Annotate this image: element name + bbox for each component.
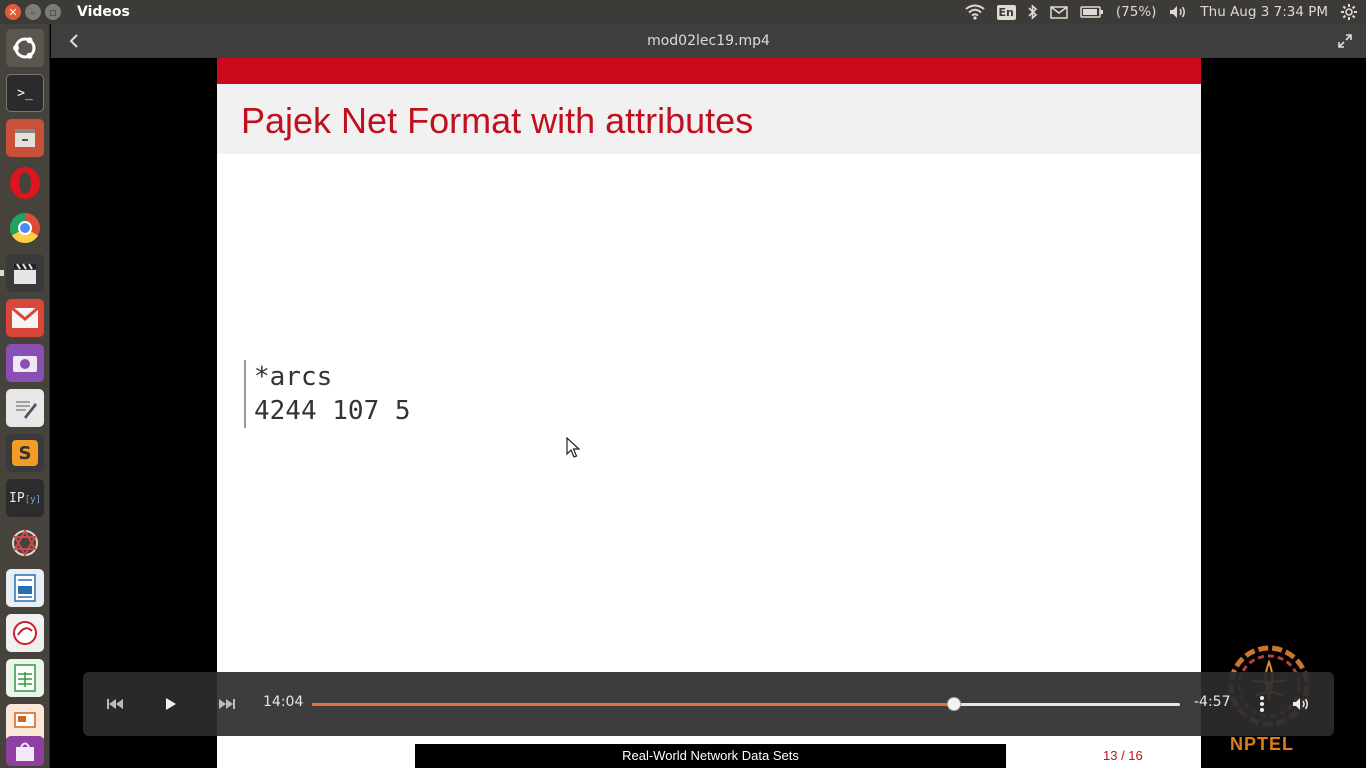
notepad-pencil-icon — [16, 401, 37, 419]
ubuntu-logo-icon — [13, 37, 36, 59]
desktop: ✕ – ▫ Videos En (75%) Thu Aug 3 7:34 PM … — [0, 0, 1366, 768]
fullscreen-icon — [1338, 34, 1352, 48]
seek-bar-handle[interactable] — [947, 697, 962, 711]
launcher-document-viewer[interactable] — [6, 614, 44, 652]
volume-icon[interactable] — [1168, 3, 1188, 21]
previous-button[interactable] — [103, 692, 127, 716]
ipython-icon: IP[y] — [9, 490, 41, 506]
launcher-software-center[interactable] — [6, 736, 44, 766]
launcher-dash-home[interactable] — [6, 29, 44, 67]
launcher-opera[interactable] — [6, 164, 44, 202]
app-title: Videos — [77, 4, 130, 20]
video-header-bar: mod02lec19.mp4 — [51, 24, 1366, 58]
file-cabinet-icon — [15, 129, 35, 147]
seek-bar-progress — [312, 703, 955, 706]
keyboard-layout-indicator[interactable]: En — [996, 3, 1016, 21]
slide-red-banner — [217, 58, 1201, 84]
shopping-bag-icon — [16, 742, 34, 761]
skip-back-icon — [107, 699, 123, 709]
slide-page-number: 13 / 16 — [1103, 748, 1143, 763]
maximize-button[interactable]: ▫ — [45, 4, 61, 20]
terminal-icon: >_ — [17, 85, 33, 101]
bluetooth-icon[interactable] — [1028, 3, 1038, 21]
skip-forward-icon — [219, 699, 235, 709]
nptel-logo-text: NPTEL — [1230, 734, 1295, 754]
launcher-calc[interactable] — [6, 659, 44, 697]
code-block: *arcs 4244 107 5 — [244, 360, 411, 428]
launcher-files[interactable] — [6, 119, 44, 157]
window-controls: ✕ – ▫ — [5, 4, 61, 20]
settings-gear-icon[interactable] — [1340, 3, 1358, 21]
more-vertical-icon — [1260, 696, 1264, 712]
document-writer-icon — [14, 574, 36, 602]
launcher-network-tool[interactable] — [6, 524, 44, 562]
play-icon — [166, 698, 176, 710]
play-button[interactable] — [159, 692, 183, 716]
launcher-terminal[interactable]: >_ — [6, 74, 44, 112]
launcher-sublime-text[interactable]: S — [6, 434, 44, 472]
code-line: 4244 107 5 — [254, 396, 411, 426]
top-panel: ✕ – ▫ Videos En (75%) Thu Aug 3 7:34 PM — [0, 0, 1366, 24]
sublime-s-icon: S — [12, 440, 38, 466]
slide-footer: Real-World Network Data Sets — [415, 744, 1006, 768]
elapsed-time: 14:04 — [263, 694, 304, 710]
next-button[interactable] — [215, 692, 239, 716]
launcher-chrome[interactable] — [6, 209, 44, 247]
slide-title: Pajek Net Format with attributes — [241, 100, 754, 141]
launcher: >_ S IP[y] — [0, 24, 50, 768]
launcher-writer[interactable] — [6, 569, 44, 607]
launcher-gmail[interactable] — [6, 299, 44, 337]
minimize-button[interactable]: – — [25, 4, 41, 20]
launcher-photo-viewer[interactable] — [6, 344, 44, 382]
language-badge: En — [996, 4, 1016, 20]
network-graph-icon — [12, 528, 38, 558]
launcher-ipython[interactable]: IP[y] — [6, 479, 44, 517]
mail-envelope-icon — [11, 307, 39, 328]
fullscreen-button[interactable] — [1332, 29, 1358, 53]
document-viewer-icon — [13, 621, 37, 645]
video-title: mod02lec19.mp4 — [647, 33, 770, 49]
slide: Pajek Net Format with attributes *arcs 4… — [217, 58, 1201, 768]
launcher-video-editor[interactable] — [6, 254, 44, 292]
presentation-icon — [14, 712, 36, 728]
camera-icon — [13, 356, 37, 372]
player-controls: 14:04 -4:57 — [83, 672, 1334, 736]
close-button[interactable]: ✕ — [5, 4, 21, 20]
mouse-cursor-icon — [566, 437, 580, 458]
clapperboard-icon — [14, 263, 36, 284]
volume-button[interactable] — [1289, 692, 1313, 716]
close-icon: ✕ — [8, 5, 18, 19]
remaining-time: -4:57 — [1194, 694, 1231, 710]
speaker-icon — [1293, 698, 1308, 710]
battery-icon[interactable] — [1080, 3, 1104, 21]
wifi-icon[interactable] — [964, 3, 985, 21]
indicator-area: En (75%) Thu Aug 3 7:34 PM — [964, 0, 1358, 24]
maximize-icon: ▫ — [49, 5, 57, 19]
seek-bar[interactable] — [312, 697, 1180, 711]
battery-percent: (75%) — [1115, 4, 1157, 20]
chrome-icon — [9, 213, 40, 244]
active-app-pip — [0, 270, 4, 276]
spreadsheet-icon — [14, 664, 36, 692]
video-canvas[interactable]: Pajek Net Format with attributes *arcs 4… — [51, 58, 1366, 768]
code-line: *arcs — [254, 362, 333, 392]
launcher-text-editor[interactable] — [6, 389, 44, 427]
opera-icon — [10, 167, 40, 199]
clock[interactable]: Thu Aug 3 7:34 PM — [1200, 4, 1328, 20]
menu-button[interactable] — [1250, 692, 1274, 716]
mail-icon[interactable] — [1050, 3, 1068, 21]
minimize-icon: – — [30, 5, 36, 19]
